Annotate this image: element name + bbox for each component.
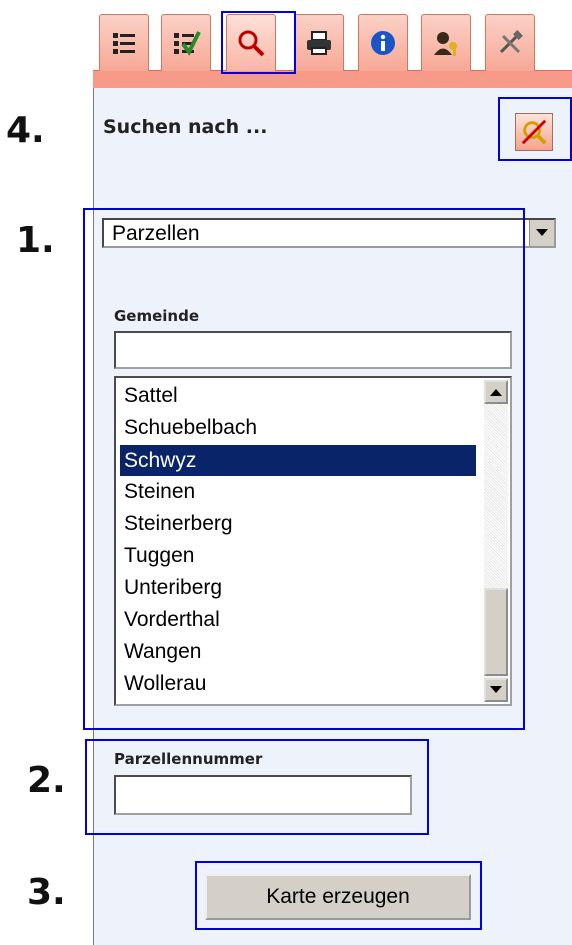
layer-check-icon — [174, 31, 201, 56]
arrow-down-icon — [490, 686, 502, 693]
tab-tools[interactable] — [485, 14, 535, 71]
list-item[interactable]: Steinen — [120, 476, 476, 507]
list-item[interactable]: Tuggen — [120, 540, 476, 571]
list-item[interactable]: Schuebelbach — [120, 412, 476, 443]
search-title: Suchen nach ... — [103, 116, 268, 138]
gemeinde-input[interactable] — [114, 331, 512, 369]
tab-info[interactable] — [358, 14, 408, 71]
tab-layers[interactable] — [161, 14, 211, 71]
list-item[interactable]: Sattel — [120, 380, 476, 411]
arrow-up-icon — [490, 389, 502, 396]
annotation-3: 3. — [27, 872, 66, 913]
list-item-selected[interactable]: Schwyz — [120, 445, 476, 476]
clear-search-icon — [521, 119, 547, 145]
print-icon — [307, 31, 331, 55]
create-map-button[interactable]: Karte erzeugen — [205, 874, 471, 920]
info-icon — [371, 31, 395, 55]
tab-search[interactable] — [226, 14, 276, 71]
annotation-1: 1. — [16, 220, 55, 261]
search-type-select[interactable]: Parzellen — [102, 218, 556, 248]
clear-search-button[interactable] — [515, 113, 553, 151]
tab-user[interactable] — [421, 14, 471, 71]
list-scrollbar[interactable] — [484, 380, 508, 702]
tab-print[interactable] — [294, 14, 344, 71]
tab-legend[interactable] — [99, 14, 149, 71]
user-key-icon — [434, 32, 457, 56]
list-item[interactable]: Unteriberg — [120, 572, 476, 603]
scroll-up-button[interactable] — [484, 380, 508, 404]
scroll-thumb[interactable] — [484, 588, 508, 676]
gemeinde-label: Gemeinde — [114, 307, 200, 325]
parzelle-label: Parzellennummer — [114, 750, 263, 768]
chevron-down-icon[interactable] — [529, 220, 554, 246]
list-item[interactable]: Wangen — [120, 636, 476, 667]
list-item[interactable]: Wollerau — [120, 668, 476, 699]
annotation-4: 4. — [6, 110, 45, 151]
annotation-2: 2. — [27, 760, 66, 801]
search-icon — [238, 30, 265, 57]
list-item[interactable]: Steinerberg — [120, 508, 476, 539]
gemeinde-listbox[interactable]: Sattel Schuebelbach Schwyz Steinen Stein… — [114, 376, 512, 706]
search-type-value: Parzellen — [112, 222, 200, 245]
tools-icon — [499, 30, 523, 54]
legend-icon — [113, 33, 135, 54]
scroll-down-button[interactable] — [484, 678, 508, 702]
list-item[interactable]: Vorderthal — [120, 604, 476, 635]
parzelle-input[interactable] — [114, 775, 412, 815]
